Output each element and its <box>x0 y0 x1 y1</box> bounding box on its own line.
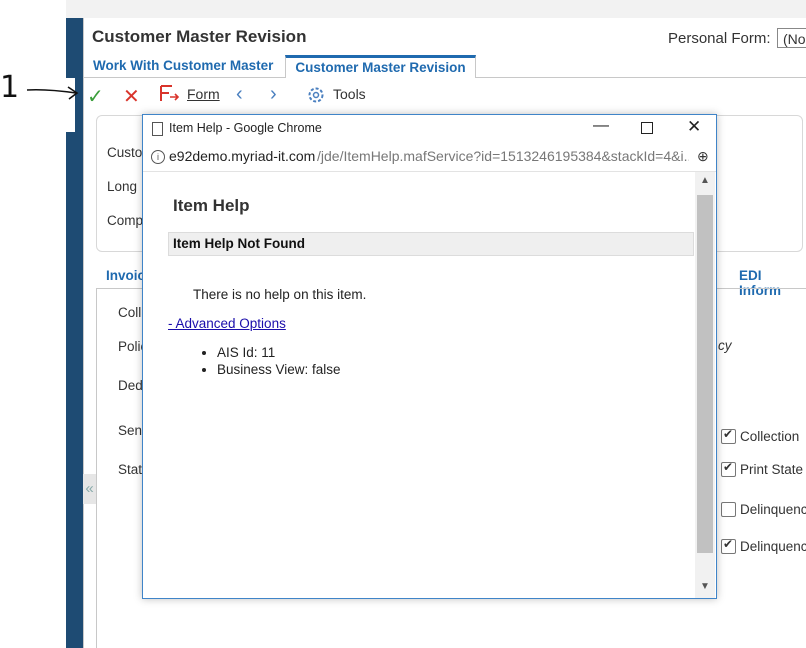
collection-checkbox-label: Collection <box>740 429 800 444</box>
long-address-field-label: Long <box>107 179 138 194</box>
cancel-x-icon[interactable]: ✕ <box>123 84 140 109</box>
customer-field-label: Custo <box>107 145 143 160</box>
details-list: AIS Id: 11 Business View: false <box>201 345 341 379</box>
app-top-strip <box>66 0 806 18</box>
business-view-item: Business View: false <box>217 362 341 378</box>
annotation-number-one: 1 <box>0 70 20 105</box>
form-menu-button[interactable]: Form <box>187 86 220 102</box>
subtab-panel-border <box>96 288 97 648</box>
minimize-icon[interactable]: — <box>593 117 609 135</box>
page-title: Customer Master Revision <box>92 27 307 46</box>
scroll-down-arrow-icon[interactable]: ▼ <box>700 581 710 592</box>
delinquency-checkbox-2[interactable] <box>721 537 736 554</box>
form-menu-icon[interactable] <box>158 83 182 110</box>
ais-id-item: AIS Id: 11 <box>217 345 341 361</box>
advanced-options-link[interactable]: - Advanced Options <box>168 316 286 331</box>
item-help-popup-window: Item Help - Google Chrome — ✕ i e92demo.… <box>142 114 717 599</box>
personal-form-label: Personal Form: <box>668 30 771 47</box>
delinquency-checkbox-2-label: Delinquenc <box>740 539 806 554</box>
tab-edi-information[interactable]: EDI Inform <box>739 268 806 298</box>
url-path-text[interactable]: /jde/ItemHelp.mafService?id=151324619538… <box>317 148 689 164</box>
gear-icon[interactable] <box>306 85 326 110</box>
tab-customer-master-revision[interactable]: Customer Master Revision <box>285 55 476 78</box>
tab-work-with-customer-master[interactable]: Work With Customer Master <box>86 55 280 77</box>
tab-invoices[interactable]: Invoic <box>106 268 145 283</box>
delinquency-checkbox-1[interactable] <box>721 502 736 517</box>
scrollbar-thumb[interactable] <box>697 195 713 553</box>
policy-fragment-text: cy <box>718 338 732 353</box>
scroll-up-arrow-icon[interactable]: ▲ <box>700 175 710 186</box>
print-statement-checkbox[interactable] <box>721 460 736 477</box>
not-found-title: Item Help Not Found <box>173 236 305 251</box>
ok-check-icon[interactable]: ✓ <box>87 84 104 109</box>
send-field-label: Sen <box>118 423 143 438</box>
document-icon <box>152 122 163 136</box>
company-field-label: Comp <box>107 213 144 228</box>
collapse-panel-icon[interactable]: « <box>83 474 96 504</box>
deduction-field-label: Ded <box>118 378 143 393</box>
tools-menu-button[interactable]: Tools <box>333 86 366 102</box>
zoom-icon[interactable]: ⊕ <box>697 148 709 165</box>
statement-field-label: Stat <box>118 462 143 477</box>
popup-window-title: Item Help - Google Chrome <box>169 121 322 135</box>
collection-field-label: Coll <box>118 305 142 320</box>
annotation-arrow-one <box>26 86 79 100</box>
close-icon[interactable]: ✕ <box>687 117 701 137</box>
print-statement-checkbox-label: Print State <box>740 462 804 477</box>
previous-record-chevron-icon[interactable]: ‹ <box>236 83 243 106</box>
info-icon[interactable]: i <box>151 150 165 164</box>
delinquency-checkbox-1-label: Delinquenc <box>740 502 806 517</box>
collection-checkbox[interactable] <box>721 427 736 444</box>
url-host-text[interactable]: e92demo.myriad-it.com <box>169 148 315 164</box>
no-help-message: There is no help on this item. <box>193 287 367 302</box>
maximize-icon[interactable] <box>641 122 653 134</box>
personal-form-select[interactable]: (No <box>777 28 806 48</box>
item-help-heading: Item Help <box>173 196 250 215</box>
next-record-chevron-icon[interactable]: › <box>270 83 277 106</box>
